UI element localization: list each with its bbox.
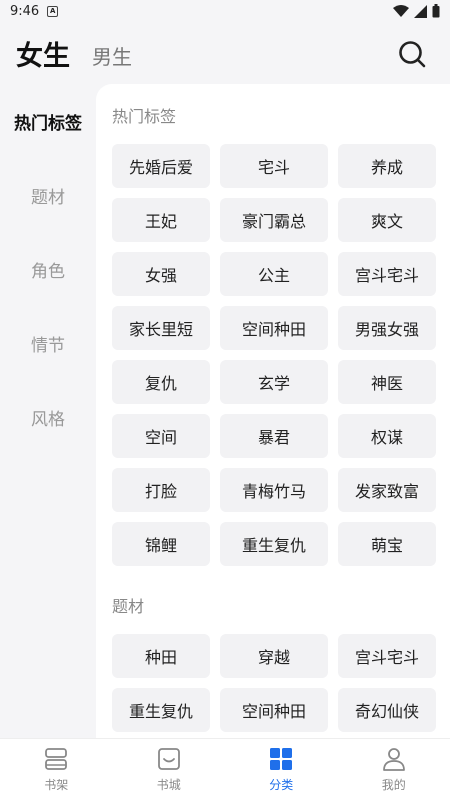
tag-content: 热门标签 先婚后爱 宅斗 养成 王妃 豪门霸总 爽文 女强 公主 宫斗宅斗 家长…: [96, 84, 450, 738]
tag-button[interactable]: 先婚后爱: [112, 144, 210, 188]
tag-button[interactable]: 宫斗宅斗: [338, 252, 436, 296]
sidebar-item-plot[interactable]: 情节: [0, 306, 96, 380]
tag-button[interactable]: 宅斗: [220, 144, 328, 188]
search-icon[interactable]: [398, 40, 426, 68]
category-sidebar: 热门标签 题材 角色 情节 风格: [0, 84, 96, 738]
nav-label: 书城: [156, 778, 181, 792]
tab-male[interactable]: 男生: [92, 41, 132, 70]
bottom-navigation: 书架 书城 分类 我的: [0, 738, 450, 800]
tag-button[interactable]: 复仇: [112, 360, 210, 404]
tag-button[interactable]: 王妃: [112, 198, 210, 242]
tag-button[interactable]: 重生复仇: [220, 522, 328, 566]
category-icon: [270, 748, 293, 770]
tab-female[interactable]: 女生: [16, 34, 70, 73]
header: 女生 男生: [0, 22, 450, 84]
profile-icon: [382, 748, 405, 771]
bookshelf-icon: [45, 748, 68, 770]
tag-button[interactable]: 青梅竹马: [220, 468, 328, 512]
sidebar-item-style[interactable]: 风格: [0, 380, 96, 454]
tag-button[interactable]: 宫斗宅斗: [338, 634, 436, 678]
nav-bookshelf[interactable]: 书架: [0, 739, 113, 800]
status-bar: 9:46 A: [0, 0, 450, 22]
tag-button[interactable]: 玄学: [220, 360, 328, 404]
tag-button[interactable]: 公主: [220, 252, 328, 296]
tag-button[interactable]: 发家致富: [338, 468, 436, 512]
sidebar-item-hot-tags[interactable]: 热门标签: [0, 84, 96, 158]
battery-icon: [432, 4, 440, 18]
status-indicators: [393, 4, 440, 18]
nav-category[interactable]: 分类: [225, 739, 338, 800]
tag-button[interactable]: 暴君: [220, 414, 328, 458]
signal-icon: [414, 4, 427, 18]
notification-icon: A: [47, 5, 59, 17]
tag-button[interactable]: 神医: [338, 360, 436, 404]
tag-button[interactable]: 锦鲤: [112, 522, 210, 566]
hot-tags-grid: 先婚后爱 宅斗 养成 王妃 豪门霸总 爽文 女强 公主 宫斗宅斗 家长里短 空间…: [112, 144, 438, 566]
wifi-icon: [393, 5, 409, 17]
tag-button[interactable]: 家长里短: [112, 306, 210, 350]
sidebar-item-role[interactable]: 角色: [0, 232, 96, 306]
tag-button[interactable]: 打脸: [112, 468, 210, 512]
status-time: 9:46: [10, 3, 40, 19]
theme-tags-grid: 种田 穿越 宫斗宅斗 重生复仇 空间种田 奇幻仙侠: [112, 634, 438, 732]
nav-bookstore[interactable]: 书城: [113, 739, 226, 800]
tag-button[interactable]: 奇幻仙侠: [338, 688, 436, 732]
bookstore-icon: [157, 748, 180, 770]
tag-button[interactable]: 萌宝: [338, 522, 436, 566]
nav-label: 书架: [44, 778, 69, 792]
tag-button[interactable]: 空间种田: [220, 688, 328, 732]
section-title-hot-tags: 热门标签: [112, 107, 177, 126]
sidebar-item-theme[interactable]: 题材: [0, 158, 96, 232]
tag-button[interactable]: 空间种田: [220, 306, 328, 350]
tag-button[interactable]: 重生复仇: [112, 688, 210, 732]
nav-profile[interactable]: 我的: [338, 739, 450, 800]
tag-button[interactable]: 男强女强: [338, 306, 436, 350]
nav-label: 分类: [269, 778, 294, 792]
tag-button[interactable]: 爽文: [338, 198, 436, 242]
tag-button[interactable]: 穿越: [220, 634, 328, 678]
tag-button[interactable]: 种田: [112, 634, 210, 678]
tag-button[interactable]: 养成: [338, 144, 436, 188]
section-title-theme: 题材: [112, 597, 145, 616]
tag-button[interactable]: 空间: [112, 414, 210, 458]
nav-label: 我的: [381, 778, 406, 792]
tag-button[interactable]: 权谋: [338, 414, 436, 458]
tag-button[interactable]: 女强: [112, 252, 210, 296]
tag-button[interactable]: 豪门霸总: [220, 198, 328, 242]
